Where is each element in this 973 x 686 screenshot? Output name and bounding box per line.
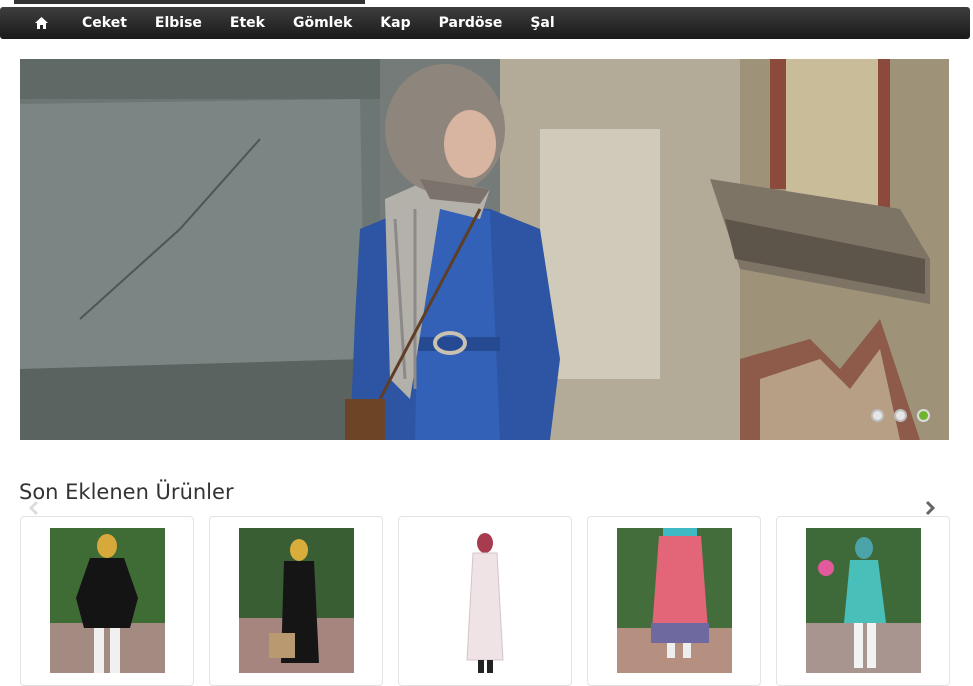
product-image bbox=[50, 528, 165, 673]
nav-home-link[interactable] bbox=[0, 7, 82, 39]
hero-slider[interactable] bbox=[20, 59, 949, 440]
nav-item-kap[interactable]: Kap bbox=[366, 7, 424, 39]
slider-dot-2[interactable] bbox=[894, 409, 907, 422]
nav-item-gomlek[interactable]: Gömlek bbox=[279, 7, 366, 39]
section-title: Son Eklenen Ürünler bbox=[19, 480, 234, 504]
nav-item-elbise[interactable]: Elbise bbox=[141, 7, 216, 39]
nav-item-pardose[interactable]: Pardöse bbox=[425, 7, 517, 39]
main-nav: Ceket Elbise Etek Gömlek Kap Pardöse Şal bbox=[0, 7, 970, 39]
top-strip bbox=[14, 0, 365, 4]
chevron-right-icon[interactable] bbox=[922, 500, 938, 516]
slider-dot-3[interactable] bbox=[917, 409, 930, 422]
product-card[interactable] bbox=[398, 516, 572, 686]
home-icon bbox=[34, 17, 48, 29]
product-image bbox=[428, 528, 543, 673]
product-image bbox=[239, 528, 354, 673]
product-image bbox=[617, 528, 732, 673]
hero-slide-image bbox=[20, 59, 949, 440]
slider-dot-1[interactable] bbox=[871, 409, 884, 422]
nav-item-sal[interactable]: Şal bbox=[516, 7, 568, 39]
nav-item-ceket[interactable]: Ceket bbox=[82, 7, 141, 39]
slider-pagination bbox=[871, 409, 930, 422]
product-card[interactable] bbox=[587, 516, 761, 686]
product-card[interactable] bbox=[209, 516, 383, 686]
nav-item-etek[interactable]: Etek bbox=[216, 7, 279, 39]
product-card[interactable] bbox=[776, 516, 950, 686]
product-image bbox=[806, 528, 921, 673]
product-card[interactable] bbox=[20, 516, 194, 686]
product-carousel bbox=[20, 516, 950, 686]
chevron-left-icon[interactable] bbox=[26, 500, 42, 516]
